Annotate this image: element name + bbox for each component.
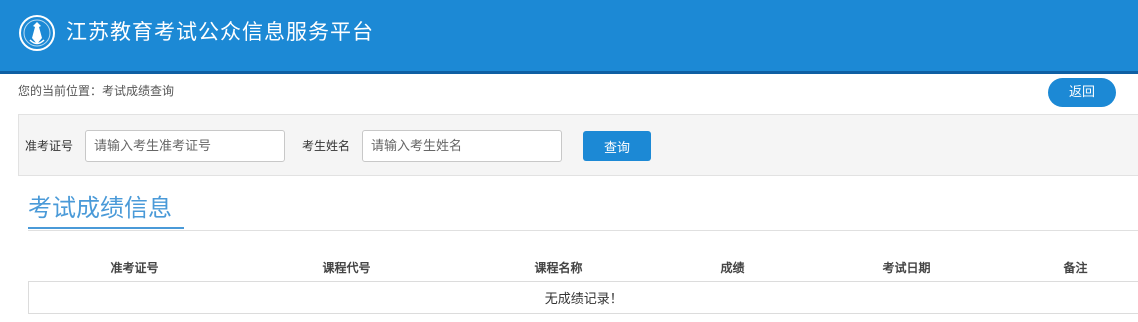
column-header-exam-date: 考试日期 [800,254,1013,281]
query-button[interactable]: 查询 [583,131,651,161]
exam-authority-emblem-icon [19,15,55,51]
table-row: 无成绩记录！ [28,280,1138,314]
column-header-remarks: 备注 [1012,254,1138,281]
column-header-score: 成绩 [664,254,801,281]
section-divider [28,230,1138,231]
table-header-row: 准考证号 课程代号 课程名称 成绩 考试日期 备注 [28,254,1138,281]
scores-table: 准考证号 课程代号 课程名称 成绩 考试日期 备注 无成绩记录！ [28,254,1138,314]
breadcrumb: 您的当前位置：考试成绩查询 [18,84,175,98]
admission-number-input[interactable] [85,130,285,162]
back-button[interactable]: 返回 [1048,78,1116,107]
empty-records-message: 无成绩记录！ [28,280,1138,314]
column-header-admission-number: 准考证号 [28,254,241,281]
candidate-name-input[interactable] [362,130,562,162]
section-title-underline [28,227,184,229]
header-divider [0,71,1138,74]
site-title: 江苏教育考试公众信息服务平台 [66,20,374,44]
column-header-course-code: 课程代号 [240,254,453,281]
candidate-name-label: 考生姓名 [302,139,351,153]
site-header: 江苏教育考试公众信息服务平台 [0,0,1138,71]
search-panel: 准考证号 考生姓名 查询 [18,114,1138,176]
column-header-course-name: 课程名称 [452,254,665,281]
section-title: 考试成绩信息 [28,194,172,222]
admission-number-label: 准考证号 [25,139,74,153]
